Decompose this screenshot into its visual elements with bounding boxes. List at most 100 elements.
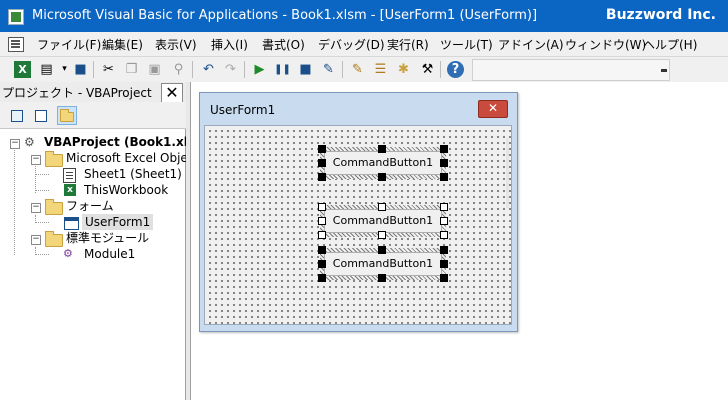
resize-handle[interactable] [440,145,448,153]
project-explorer-icon[interactable]: ✎ [349,61,366,78]
folder-icon [45,231,63,247]
userform-icon [64,217,79,230]
help-icon[interactable]: ? [447,61,464,78]
design-mode-icon[interactable]: ✎ [320,61,337,78]
tree-line [35,222,49,223]
close-icon[interactable]: ✕ [478,100,508,118]
commandbutton[interactable]: CommandButton1 [324,209,442,233]
menu-file[interactable]: ファイル(F) [37,36,101,53]
menu-help[interactable]: ヘルプ(H) [643,36,697,53]
toggle-folders-button[interactable] [57,106,77,125]
menu-edit[interactable]: 編集(E) [102,36,143,53]
toolbar-separator [342,61,343,78]
resize-handle[interactable] [440,217,448,225]
tree-item-excel-objects[interactable]: Microsoft Excel Objects [66,150,205,166]
tree-item-forms-folder[interactable]: フォーム [66,198,114,214]
resize-handle[interactable] [378,274,386,282]
project-tree: − ⚙ VBAProject (Book1.xlsm) − Microsoft … [0,129,213,400]
copy-icon[interactable]: ❐ [123,61,140,78]
sheet-icon [63,168,76,183]
object-browser-icon[interactable]: ✱ [395,61,412,78]
folder-icon [45,151,63,167]
commandbutton-selection[interactable]: CommandButton1 [318,246,448,282]
toolbar-separator [192,61,193,78]
chevron-down-icon [661,69,667,75]
find-icon[interactable]: ⚲ [170,61,187,78]
view-code-button[interactable] [7,106,27,125]
resize-handle[interactable] [318,145,326,153]
folder-icon [60,109,74,122]
view-excel-icon[interactable]: X [14,61,31,78]
resize-handle[interactable] [440,231,448,239]
code-window-menu-icon[interactable] [8,37,24,52]
menu-insert[interactable]: 挿入(I) [211,36,248,53]
commandbutton-selection[interactable]: CommandButton1 [318,145,448,181]
view-object-button[interactable] [31,106,51,125]
resize-handle[interactable] [378,173,386,181]
resize-handle[interactable] [440,260,448,268]
tree-item-userform1[interactable]: UserForm1 [82,214,154,230]
cut-icon[interactable]: ✂ [100,61,117,78]
tree-item-module1[interactable]: Module1 [84,246,135,262]
menu-addins[interactable]: アドイン(A) [498,36,564,53]
dropdown-arrow-icon[interactable]: ▾ [56,61,73,78]
toolbox-icon[interactable]: ⚒ [419,61,436,78]
resize-handle[interactable] [440,274,448,282]
standard-toolbar: X ▤ ▾ ■ ✂ ❐ ▣ ⚲ ↶ ↷ ▶ ❚❚ ■ ✎ ✎ ☰ ✱ ⚒ ? [0,57,728,83]
close-icon[interactable]: ✕ [161,83,183,103]
menu-debug[interactable]: デバッグ(D) [318,36,385,53]
resize-handle[interactable] [440,246,448,254]
tree-item-modules-folder[interactable]: 標準モジュール [66,230,149,246]
resize-handle[interactable] [318,173,326,181]
view-code-icon [11,110,23,122]
resize-handle[interactable] [440,203,448,211]
paste-icon[interactable]: ▣ [146,61,163,78]
resize-handle[interactable] [440,159,448,167]
undo-icon[interactable]: ↶ [200,61,217,78]
resize-handle[interactable] [378,246,386,254]
vba-project-icon: ⚙ [24,135,35,149]
resize-handle[interactable] [318,159,326,167]
userform-grid-surface[interactable]: CommandButton1 CommandButton1 CommandBut… [204,125,512,325]
resize-handle[interactable] [378,145,386,153]
menu-format[interactable]: 書式(O) [262,36,305,53]
commandbutton-selection[interactable]: CommandButton1 [318,203,448,239]
tree-item-sheet1[interactable]: Sheet1 (Sheet1) [84,166,182,182]
run-icon[interactable]: ▶ [251,61,268,78]
resize-handle[interactable] [318,274,326,282]
collapse-toggle[interactable]: − [31,203,41,213]
menu-window[interactable]: ウィンドウ(W) [565,36,646,53]
module-icon: ⚙ [63,247,73,260]
menu-tools[interactable]: ツール(T) [440,36,493,53]
resize-handle[interactable] [318,260,326,268]
resize-handle[interactable] [318,217,326,225]
resize-handle[interactable] [318,246,326,254]
collapse-toggle[interactable]: − [10,139,20,149]
menu-view[interactable]: 表示(V) [155,36,197,53]
position-indicator-box [472,59,670,81]
resize-handle[interactable] [378,203,386,211]
redo-icon[interactable]: ↷ [222,61,239,78]
menu-bar: ファイル(F) 編集(E) 表示(V) 挿入(I) 書式(O) デバッグ(D) … [0,32,728,57]
workbook-icon: x [64,184,76,196]
tree-item-thisworkbook[interactable]: ThisWorkbook [84,182,168,198]
userform-caption: UserForm1 [210,103,276,117]
resize-handle[interactable] [318,203,326,211]
break-icon[interactable]: ❚❚ [274,61,291,78]
project-pane-toolbar [0,102,186,228]
toolbar-separator [440,61,441,78]
resize-handle[interactable] [440,173,448,181]
save-icon[interactable]: ■ [72,61,89,78]
collapse-toggle[interactable]: − [31,235,41,245]
commandbutton[interactable]: CommandButton1 [324,252,442,276]
resize-handle[interactable] [318,231,326,239]
menu-run[interactable]: 実行(R) [387,36,429,53]
properties-icon[interactable]: ☰ [372,61,389,78]
commandbutton[interactable]: CommandButton1 [324,151,442,175]
collapse-toggle[interactable]: − [31,155,41,165]
resize-handle[interactable] [378,231,386,239]
reset-icon[interactable]: ■ [297,61,314,78]
form-scroll-indicator [506,138,509,208]
insert-userform-icon[interactable]: ▤ [38,61,55,78]
userform-designer-window[interactable]: UserForm1 ✕ CommandButton1 CommandButton… [199,92,518,332]
